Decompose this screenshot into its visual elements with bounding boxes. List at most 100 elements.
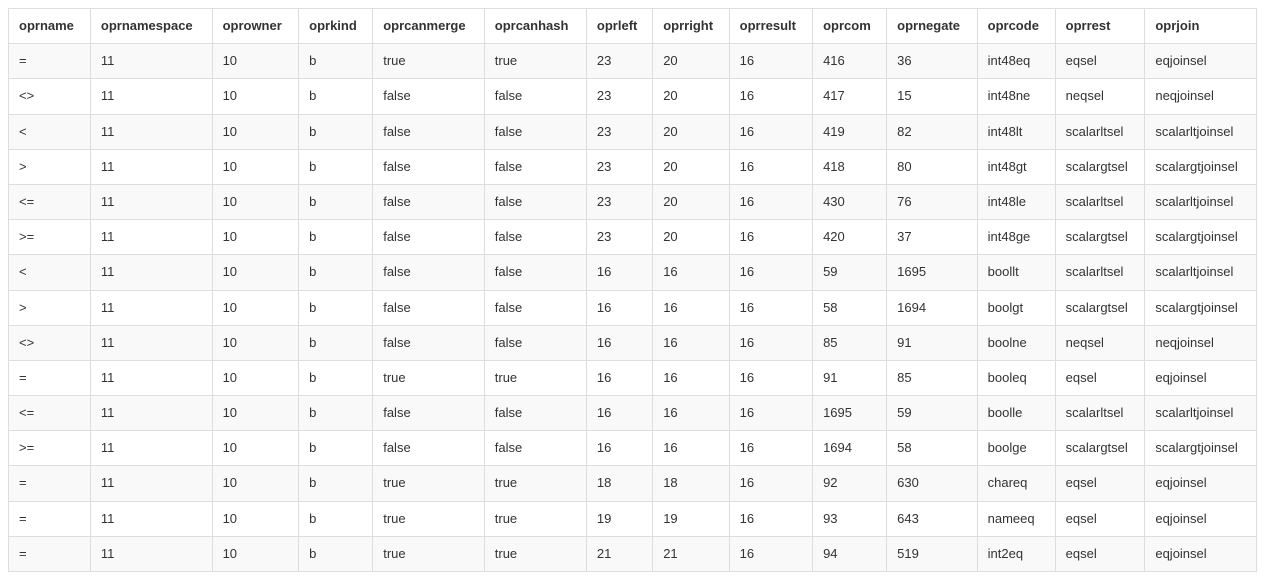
cell-oprleft: 16	[586, 255, 652, 290]
cell-oprcanmerge: true	[373, 501, 485, 536]
cell-oprcode: boolne	[977, 325, 1055, 360]
cell-oprcanmerge: true	[373, 536, 485, 571]
cell-oprjoin: eqjoinsel	[1145, 466, 1257, 501]
cell-oprrest: scalarltsel	[1055, 184, 1145, 219]
cell-oprleft: 16	[586, 360, 652, 395]
cell-oprkind: b	[299, 290, 373, 325]
cell-oprname: =	[9, 466, 91, 501]
table-row[interactable]: =1110btruetrue19191693643nameeqeqseleqjo…	[9, 501, 1257, 536]
column-header-oprrest[interactable]: oprrest	[1055, 9, 1145, 44]
column-header-oprcom[interactable]: oprcom	[813, 9, 887, 44]
table-row[interactable]: <>1110bfalsefalse1616168591boolneneqseln…	[9, 325, 1257, 360]
cell-oprcom: 91	[813, 360, 887, 395]
column-header-oprjoin[interactable]: oprjoin	[1145, 9, 1257, 44]
cell-oprright: 20	[653, 79, 729, 114]
table-row[interactable]: <>1110bfalsefalse23201641715int48neneqse…	[9, 79, 1257, 114]
cell-oprright: 16	[653, 255, 729, 290]
cell-oprresult: 16	[729, 220, 812, 255]
cell-oprcanhash: false	[484, 114, 586, 149]
cell-oprcanmerge: true	[373, 360, 485, 395]
cell-oprleft: 23	[586, 79, 652, 114]
cell-oprcom: 1695	[813, 396, 887, 431]
cell-oprowner: 10	[212, 149, 299, 184]
cell-oprrest: eqsel	[1055, 360, 1145, 395]
cell-oprname: >=	[9, 431, 91, 466]
table-row[interactable]: <1110bfalsefalse161616591695boolltscalar…	[9, 255, 1257, 290]
cell-oprnamespace: 11	[90, 220, 212, 255]
cell-oprcanmerge: true	[373, 466, 485, 501]
cell-oprnegate: 91	[887, 325, 977, 360]
cell-oprrest: scalargtsel	[1055, 290, 1145, 325]
cell-oprjoin: scalargtjoinsel	[1145, 220, 1257, 255]
cell-oprcode: boolgt	[977, 290, 1055, 325]
cell-oprresult: 16	[729, 396, 812, 431]
cell-oprcanmerge: false	[373, 79, 485, 114]
column-header-oprkind[interactable]: oprkind	[299, 9, 373, 44]
cell-oprrest: scalargtsel	[1055, 431, 1145, 466]
table-row[interactable]: >=1110bfalsefalse23201642037int48gescala…	[9, 220, 1257, 255]
cell-oprname: <=	[9, 396, 91, 431]
cell-oprresult: 16	[729, 536, 812, 571]
cell-oprnamespace: 11	[90, 114, 212, 149]
cell-oprleft: 23	[586, 184, 652, 219]
table-row[interactable]: >1110bfalsefalse23201641880int48gtscalar…	[9, 149, 1257, 184]
column-header-oprcanhash[interactable]: oprcanhash	[484, 9, 586, 44]
cell-oprrest: scalarltsel	[1055, 396, 1145, 431]
table-row[interactable]: <=1110bfalsefalse23201643076int48lescala…	[9, 184, 1257, 219]
cell-oprright: 18	[653, 466, 729, 501]
cell-oprnamespace: 11	[90, 431, 212, 466]
table-row[interactable]: >=1110bfalsefalse161616169458boolgescala…	[9, 431, 1257, 466]
cell-oprnamespace: 11	[90, 396, 212, 431]
column-header-oprcode[interactable]: oprcode	[977, 9, 1055, 44]
cell-oprname: =	[9, 536, 91, 571]
cell-oprresult: 16	[729, 360, 812, 395]
cell-oprleft: 23	[586, 149, 652, 184]
table-row[interactable]: =1110btruetrue1616169185booleqeqseleqjoi…	[9, 360, 1257, 395]
cell-oprleft: 16	[586, 325, 652, 360]
cell-oprowner: 10	[212, 431, 299, 466]
table-row[interactable]: =1110btruetrue18181692630chareqeqseleqjo…	[9, 466, 1257, 501]
column-header-oprname[interactable]: oprname	[9, 9, 91, 44]
column-header-oprright[interactable]: oprright	[653, 9, 729, 44]
table-row[interactable]: <=1110bfalsefalse161616169559boollescala…	[9, 396, 1257, 431]
cell-oprname: >	[9, 149, 91, 184]
cell-oprjoin: eqjoinsel	[1145, 536, 1257, 571]
cell-oprcanhash: false	[484, 220, 586, 255]
table-row[interactable]: =1110btruetrue23201641636int48eqeqseleqj…	[9, 44, 1257, 79]
cell-oprright: 16	[653, 431, 729, 466]
column-header-oprowner[interactable]: oprowner	[212, 9, 299, 44]
cell-oprnamespace: 11	[90, 325, 212, 360]
cell-oprnegate: 82	[887, 114, 977, 149]
cell-oprcode: boolle	[977, 396, 1055, 431]
column-header-oprcanmerge[interactable]: oprcanmerge	[373, 9, 485, 44]
table-row[interactable]: <1110bfalsefalse23201641982int48ltscalar…	[9, 114, 1257, 149]
cell-oprcom: 419	[813, 114, 887, 149]
cell-oprresult: 16	[729, 114, 812, 149]
column-header-oprnamespace[interactable]: oprnamespace	[90, 9, 212, 44]
cell-oprcode: int48ne	[977, 79, 1055, 114]
column-header-oprleft[interactable]: oprleft	[586, 9, 652, 44]
cell-oprjoin: scalarltjoinsel	[1145, 396, 1257, 431]
table-header-row: oprnameoprnamespaceoprowneroprkindoprcan…	[9, 9, 1257, 44]
cell-oprrest: scalargtsel	[1055, 149, 1145, 184]
table-row[interactable]: >1110bfalsefalse161616581694boolgtscalar…	[9, 290, 1257, 325]
cell-oprjoin: scalargtjoinsel	[1145, 149, 1257, 184]
cell-oprnamespace: 11	[90, 149, 212, 184]
cell-oprname: <	[9, 114, 91, 149]
cell-oprkind: b	[299, 536, 373, 571]
column-header-oprresult[interactable]: oprresult	[729, 9, 812, 44]
table-row[interactable]: =1110btruetrue21211694519int2eqeqseleqjo…	[9, 536, 1257, 571]
cell-oprnegate: 519	[887, 536, 977, 571]
cell-oprcode: int2eq	[977, 536, 1055, 571]
cell-oprresult: 16	[729, 501, 812, 536]
cell-oprjoin: scalargtjoinsel	[1145, 290, 1257, 325]
cell-oprrest: scalarltsel	[1055, 255, 1145, 290]
cell-oprnegate: 36	[887, 44, 977, 79]
cell-oprnegate: 59	[887, 396, 977, 431]
cell-oprnamespace: 11	[90, 290, 212, 325]
cell-oprname: <>	[9, 79, 91, 114]
cell-oprname: =	[9, 501, 91, 536]
column-header-oprnegate[interactable]: oprnegate	[887, 9, 977, 44]
cell-oprcode: boolge	[977, 431, 1055, 466]
cell-oprcanhash: false	[484, 325, 586, 360]
